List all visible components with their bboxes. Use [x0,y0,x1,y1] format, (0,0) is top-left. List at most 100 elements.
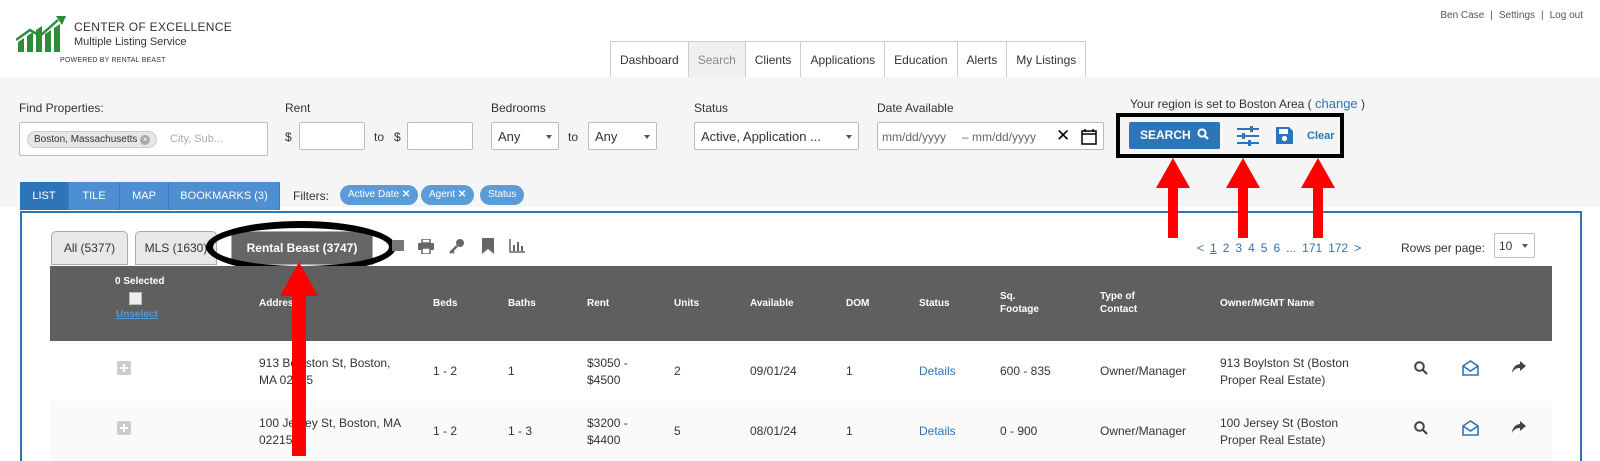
open-envelope-icon[interactable] [1462,420,1479,436]
view-tab-list[interactable]: LIST [20,182,69,210]
user-link[interactable]: Ben Case [1440,10,1484,21]
tab-my-listings[interactable]: My Listings [1006,41,1087,78]
results-tab-mls[interactable]: MLS (1630) [135,231,217,265]
expand-row-icon[interactable] [117,421,131,435]
search-button[interactable]: SEARCH [1129,122,1220,149]
rent-label: Rent [285,101,311,115]
col-rent[interactable]: Rent [587,297,609,310]
filter-tag-label: Active Date [348,189,400,200]
print-icon[interactable] [418,239,434,254]
bedrooms-to-label: to [568,130,579,144]
col-status[interactable]: Status [919,297,950,310]
table-row: 100 Jersey St, Boston, MA 02215 1 - 2 1 … [50,401,1552,461]
save-icon[interactable] [1275,126,1294,145]
col-type-of-contact[interactable]: Type of Contact [1100,290,1150,316]
col-beds[interactable]: Beds [433,297,457,310]
chevron-down-icon [546,135,552,139]
annotation-arrow-up [1226,158,1260,238]
col-baths[interactable]: Baths [508,297,536,310]
annotation-arrow-up [1301,158,1335,238]
email-icon[interactable] [392,237,406,253]
chart-icon[interactable] [509,239,525,253]
select-all-checkbox[interactable] [129,292,142,305]
results-tab-all[interactable]: All (5377) [51,231,128,265]
clear-button[interactable]: Clear [1307,130,1335,142]
filter-settings-icon[interactable] [1236,125,1260,147]
chevron-down-icon [846,135,852,139]
pager-page[interactable]: 3 [1235,241,1242,255]
filter-tag-agent[interactable]: Agent ✕ [421,185,475,205]
filter-tag-active-date[interactable]: Active Date ✕ [340,185,419,205]
key-icon[interactable] [449,238,465,254]
unselect-link[interactable]: Unselect [116,308,158,321]
details-link[interactable]: Details [919,363,956,380]
rent-max-input[interactable] [407,122,473,150]
logo-title: CENTER OF EXCELLENCE [74,20,233,34]
chevron-down-icon [1522,244,1528,248]
col-sq-footage[interactable]: Sq. Footage [1000,290,1046,316]
pager-page[interactable]: 1 [1210,241,1217,255]
cell-type-of-contact: Owner/Manager [1100,424,1187,438]
date-from-placeholder: mm/dd/yyyy [882,130,947,144]
tab-dashboard[interactable]: Dashboard [610,41,689,78]
tab-search[interactable]: Search [687,41,746,78]
filter-tag-status[interactable]: Status [480,185,525,205]
location-input[interactable]: Boston, Massachusetts × City, Sub... [19,122,268,156]
pager-page[interactable]: 172 [1328,241,1348,255]
zoom-icon[interactable] [1414,421,1428,435]
pager-prev[interactable]: < [1197,241,1204,255]
bedrooms-min-select[interactable]: Any [491,122,559,150]
cell-dom: 1 [846,364,853,378]
col-dom[interactable]: DOM [846,297,869,310]
location-chip[interactable]: Boston, Massachusetts × [27,131,158,148]
logout-link[interactable]: Log out [1550,10,1583,21]
calendar-icon[interactable] [1081,128,1097,145]
bedrooms-max-select[interactable]: Any [588,122,657,150]
date-range-input[interactable]: mm/dd/yyyy – mm/dd/yyyy ✕ [877,122,1104,150]
view-tab-map[interactable]: MAP [120,182,169,210]
col-owner-mgmt-name[interactable]: Owner/MGMT Name [1220,297,1314,310]
clear-date-icon[interactable]: ✕ [1056,126,1070,146]
remove-filter-icon[interactable]: ✕ [402,189,410,200]
tab-applications[interactable]: Applications [800,41,886,78]
chip-remove-icon[interactable]: × [140,135,151,145]
status-select[interactable]: Active, Application ... [694,122,859,150]
date-to-placeholder: mm/dd/yyyy [972,130,1037,144]
open-envelope-icon[interactable] [1462,360,1479,376]
view-tab-tile[interactable]: TILE [69,182,120,210]
cell-units: 5 [674,424,681,438]
share-arrow-icon[interactable] [1512,421,1526,434]
region-change-link[interactable]: change [1315,96,1358,111]
settings-link[interactable]: Settings [1499,10,1535,21]
tab-alerts[interactable]: Alerts [956,41,1008,78]
rent-min-input[interactable] [299,122,365,150]
cell-owner: 913 Boylston St (Boston Proper Real Esta… [1220,356,1349,387]
cell-beds: 1 - 2 [433,424,458,438]
details-link[interactable]: Details [919,423,956,440]
pager-next[interactable]: > [1354,241,1361,255]
tab-clients[interactable]: Clients [744,41,802,78]
col-units[interactable]: Units [674,297,699,310]
pager-page[interactable]: 2 [1223,241,1230,255]
main-nav: Dashboard Search Clients Applications Ed… [610,41,1087,78]
bookmark-icon[interactable] [482,238,494,254]
pager-page[interactable]: 4 [1248,241,1255,255]
pager-page[interactable]: 5 [1261,241,1268,255]
rows-per-page-select[interactable]: 10 [1494,233,1535,258]
logo-powered-by: POWERED BY RENTAL BEAST [60,57,166,64]
cell-rent: $3200 - $4400 [587,416,628,447]
pager-page[interactable]: 6 [1273,241,1280,255]
view-tab-bookmarks[interactable]: BOOKMARKS (3) [169,182,280,210]
zoom-icon[interactable] [1414,361,1428,375]
share-arrow-icon[interactable] [1512,361,1526,374]
cell-units: 2 [674,364,681,378]
col-available[interactable]: Available [750,297,794,310]
tab-education[interactable]: Education [884,41,958,78]
remove-filter-icon[interactable]: ✕ [458,189,466,200]
table-row: 913 Boylston St, Boston, MA 02215 1 - 2 … [50,341,1552,401]
date-available-label: Date Available [877,101,954,115]
expand-row-icon[interactable] [117,361,131,375]
find-properties-label: Find Properties: [19,101,104,115]
pager-page[interactable]: 171 [1302,241,1322,255]
cell-sq-footage: 0 - 900 [1000,424,1038,438]
